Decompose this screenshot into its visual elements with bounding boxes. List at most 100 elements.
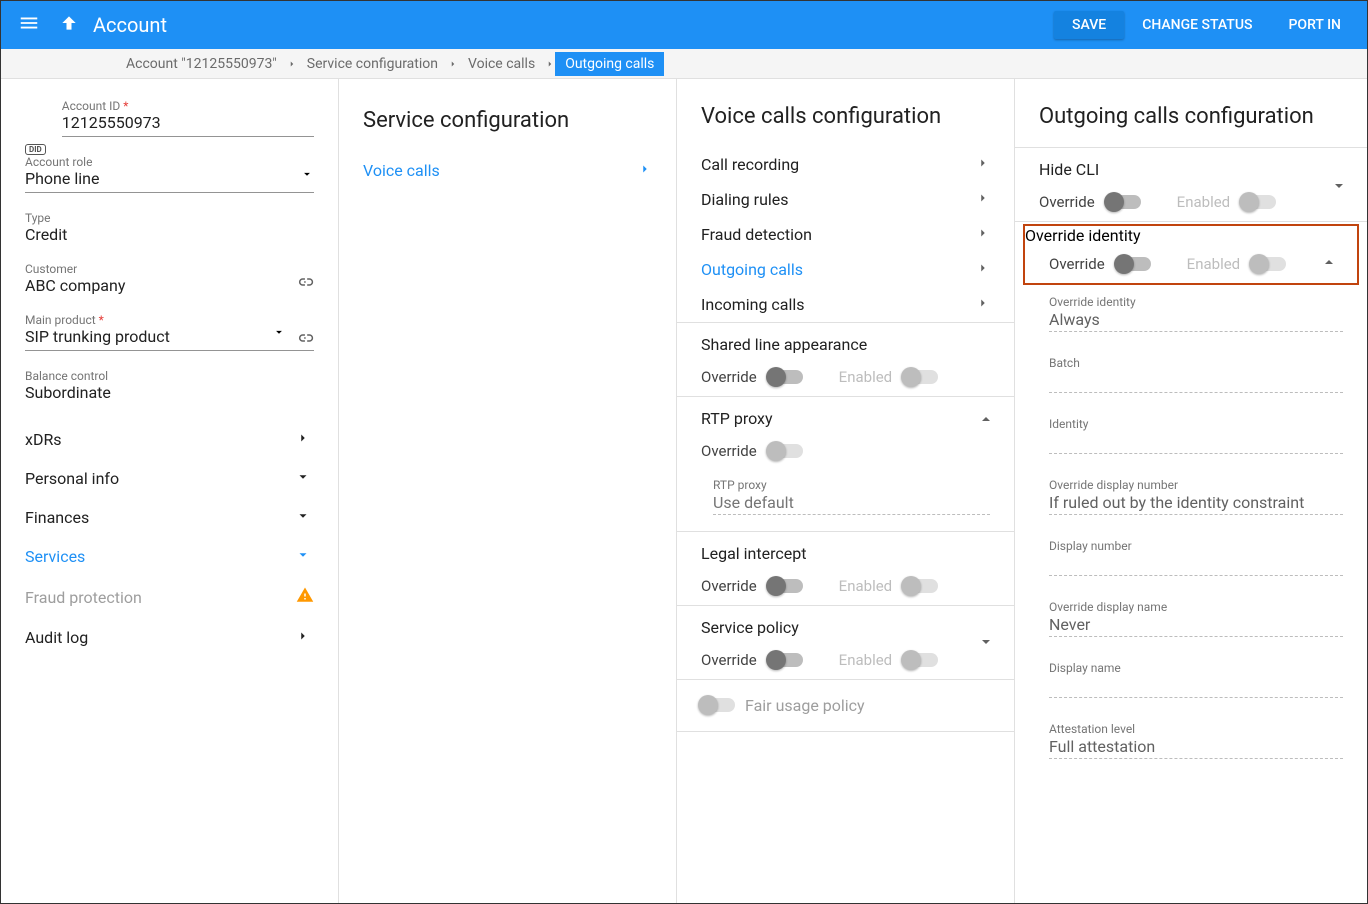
account-id-field[interactable]: 12125550973 <box>62 113 314 137</box>
chevron-right-icon <box>638 161 652 180</box>
chevron-right-icon <box>287 54 297 73</box>
collapse-icon[interactable] <box>978 411 994 431</box>
breadcrumb-service-config[interactable]: Service configuration <box>297 52 448 76</box>
hide-cli-header: Hide CLI <box>1015 148 1367 183</box>
identity-label: Identity <box>1049 417 1088 431</box>
product-link-icon[interactable] <box>296 329 314 351</box>
ovid-override-toggle[interactable] <box>1117 257 1151 271</box>
voice-config-title: Voice calls configuration <box>677 79 1014 147</box>
outgoing-calls-row[interactable]: Outgoing calls <box>677 252 1014 287</box>
override-identity-label: Override identity <box>1049 295 1136 309</box>
main-product-select[interactable]: SIP trunking product <box>25 327 314 351</box>
incoming-calls-row[interactable]: Incoming calls <box>677 287 1014 322</box>
voice-calls-link[interactable]: Voice calls <box>363 153 652 188</box>
display-number-label: Display number <box>1049 539 1132 553</box>
save-button[interactable]: SAVE <box>1054 11 1124 39</box>
outgoing-config-title: Outgoing calls configuration <box>1015 79 1367 147</box>
app-header: Account SAVE CHANGE STATUS PORT IN <box>1 1 1367 49</box>
hidecli-enabled-toggle[interactable] <box>1242 195 1276 209</box>
rtp-override-toggle[interactable] <box>769 444 803 458</box>
override-identity-header: Override identity <box>1025 226 1357 245</box>
balance-control-value: Subordinate <box>25 383 111 402</box>
back-button[interactable] <box>49 5 89 45</box>
menu-button[interactable] <box>9 5 49 45</box>
breadcrumb-account[interactable]: Account "12125550973" <box>116 52 287 76</box>
menu-icon <box>18 12 40 38</box>
override-display-name-label: Override display name <box>1049 600 1167 614</box>
dialing-rules-row[interactable]: Dialing rules <box>677 182 1014 217</box>
legal-override-label: Override <box>701 577 757 595</box>
override-display-number-value[interactable]: If ruled out by the identity constraint <box>1049 493 1343 515</box>
nav-personal-info[interactable]: Personal info <box>25 459 314 498</box>
outgoing-calls-panel: Outgoing calls configuration Hide CLI Ov… <box>1015 79 1367 903</box>
customer-value: ABC company <box>25 276 125 295</box>
sla-enabled-label: Enabled <box>839 368 892 386</box>
call-recording-row[interactable]: Call recording <box>677 147 1014 182</box>
account-role-select[interactable]: Phone line <box>25 169 314 193</box>
nav-services[interactable]: Services <box>25 537 314 576</box>
nav-audit-log[interactable]: Audit log <box>25 618 314 657</box>
balance-control-label: Balance control <box>25 369 314 383</box>
ovid-enabled-toggle[interactable] <box>1252 257 1286 271</box>
fraud-detection-row[interactable]: Fraud detection <box>677 217 1014 252</box>
warning-icon <box>296 586 314 608</box>
sla-enabled-toggle[interactable] <box>904 370 938 384</box>
nav-fraud-protection[interactable]: Fraud protection <box>25 576 314 618</box>
breadcrumb: Account "12125550973" Service configurat… <box>1 49 1367 79</box>
policy-override-label: Override <box>701 651 757 669</box>
nav-finances[interactable]: Finances <box>25 498 314 537</box>
legal-override-toggle[interactable] <box>769 579 803 593</box>
chevron-right-icon <box>296 628 314 647</box>
nav-xdrs[interactable]: xDRs <box>25 420 314 459</box>
service-config-title: Service configuration <box>363 103 652 153</box>
chevron-right-icon <box>545 54 555 73</box>
policy-enabled-toggle[interactable] <box>904 653 938 667</box>
display-number-value[interactable] <box>1049 554 1343 576</box>
policy-override-toggle[interactable] <box>769 653 803 667</box>
ovid-enabled-label: Enabled <box>1187 255 1240 273</box>
arrow-up-icon <box>59 13 79 37</box>
type-label: Type <box>25 211 314 225</box>
sla-override-toggle[interactable] <box>769 370 803 384</box>
override-display-number-label: Override display number <box>1049 478 1178 492</box>
policy-enabled-label: Enabled <box>839 651 892 669</box>
fair-usage-toggle[interactable] <box>701 698 735 712</box>
chevron-right-icon <box>976 260 990 279</box>
breadcrumb-outgoing-calls[interactable]: Outgoing calls <box>555 52 664 76</box>
breadcrumb-voice-calls[interactable]: Voice calls <box>458 52 545 76</box>
shared-line-header: Shared line appearance <box>677 323 1014 358</box>
batch-value[interactable] <box>1049 371 1343 393</box>
main-product-label: Main product <box>25 313 96 327</box>
identity-value[interactable] <box>1049 432 1343 454</box>
chevron-down-icon <box>296 547 314 566</box>
expand-icon[interactable] <box>978 634 994 654</box>
chevron-right-icon <box>976 295 990 314</box>
override-display-name-value[interactable]: Never <box>1049 615 1343 637</box>
fair-usage-label: Fair usage policy <box>745 696 865 715</box>
chevron-right-icon <box>976 190 990 209</box>
customer-link-icon[interactable] <box>296 273 314 295</box>
hidecli-override-toggle[interactable] <box>1107 195 1141 209</box>
customer-label: Customer <box>25 262 314 276</box>
port-in-button[interactable]: PORT IN <box>1270 11 1359 39</box>
did-badge: DID <box>25 144 46 155</box>
service-policy-header: Service policy <box>677 606 1014 641</box>
hidecli-override-label: Override <box>1039 193 1095 211</box>
legal-intercept-header: Legal intercept <box>677 532 1014 567</box>
account-panel: DID Account ID * 12125550973 Account rol… <box>1 79 339 903</box>
rtp-proxy-header: RTP proxy <box>677 397 1014 432</box>
type-value: Credit <box>25 225 67 244</box>
rtp-proxy-value[interactable]: Use default <box>713 493 990 515</box>
display-name-label: Display name <box>1049 661 1121 675</box>
rtp-proxy-label: RTP proxy <box>713 478 767 492</box>
display-name-value[interactable] <box>1049 676 1343 698</box>
batch-label: Batch <box>1049 356 1080 370</box>
attestation-level-value[interactable]: Full attestation <box>1049 737 1343 759</box>
legal-enabled-toggle[interactable] <box>904 579 938 593</box>
override-identity-value[interactable]: Always <box>1049 310 1343 332</box>
change-status-button[interactable]: CHANGE STATUS <box>1124 11 1270 39</box>
sla-override-label: Override <box>701 368 757 386</box>
expand-icon[interactable] <box>1331 178 1347 198</box>
chevron-right-icon <box>976 225 990 244</box>
collapse-icon[interactable] <box>1321 254 1337 274</box>
